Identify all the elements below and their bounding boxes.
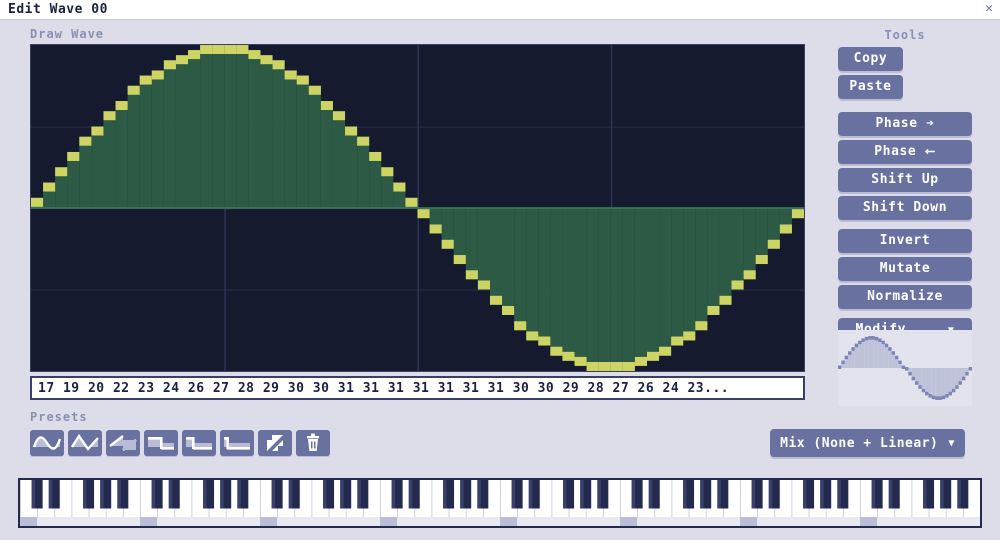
tools-group-clipboard: Copy Paste	[838, 47, 972, 103]
saw-wave-icon	[109, 435, 137, 451]
wave-plot[interactable]	[31, 45, 804, 371]
preset-noise-button[interactable]	[258, 430, 292, 456]
edit-wave-window: Edit Wave 00 ✕ Draw Wave 17 19 20 22 23 …	[0, 0, 1000, 540]
tools-panel: Tools Copy Paste Phase ➔ Phase ⭠ Shift U…	[838, 28, 972, 346]
preset-square-button[interactable]	[144, 430, 178, 456]
preset-pulse-12-button[interactable]	[220, 430, 254, 456]
wave-preview-plot	[838, 330, 972, 406]
chevron-down-icon: ▼	[948, 437, 955, 449]
trash-icon	[307, 433, 319, 451]
tools-group-process: Invert Mutate Normalize	[838, 229, 972, 309]
triangle-wave-icon	[70, 433, 99, 451]
wave-values-strip[interactable]: 17 19 20 22 23 24 26 27 28 29 30 30 31 3…	[30, 376, 805, 400]
normalize-button[interactable]: Normalize	[838, 285, 972, 309]
presets-label: Presets	[30, 410, 88, 424]
square-wave-icon	[148, 437, 174, 450]
preset-pulse-25-button[interactable]	[182, 430, 216, 456]
tools-group-transform: Phase ➔ Phase ⭠ Shift Up Shift Down	[838, 112, 972, 220]
wave-preview	[838, 330, 972, 406]
sine-wave-icon	[32, 436, 62, 450]
shift-up-button[interactable]: Shift Up	[838, 168, 972, 192]
preset-sine-button[interactable]	[30, 430, 64, 456]
close-icon[interactable]: ✕	[985, 2, 993, 16]
mix-mode-dropdown[interactable]: Mix (None + Linear) ▼	[770, 429, 965, 457]
mutate-button[interactable]: Mutate	[838, 257, 972, 281]
title-bar: Edit Wave 00 ✕	[0, 0, 1000, 20]
noise-icon	[267, 435, 283, 451]
window-title: Edit Wave 00	[8, 2, 108, 17]
draw-wave-label: Draw Wave	[30, 27, 105, 41]
pulse-12-wave-icon	[224, 437, 250, 450]
phase-forward-button[interactable]: Phase ➔	[838, 112, 972, 136]
preset-clear-button[interactable]	[296, 430, 330, 456]
piano-keyboard[interactable]	[18, 478, 982, 528]
preset-triangle-button[interactable]	[68, 430, 102, 456]
presets-row	[30, 430, 330, 456]
shift-down-button[interactable]: Shift Down	[838, 196, 972, 220]
piano-keys[interactable]	[20, 480, 980, 526]
wave-canvas[interactable]	[30, 44, 805, 372]
invert-button[interactable]: Invert	[838, 229, 972, 253]
mix-mode-label: Mix (None + Linear)	[780, 435, 939, 451]
phase-back-button[interactable]: Phase ⭠	[838, 140, 972, 164]
copy-button[interactable]: Copy	[838, 47, 903, 71]
preset-saw-button[interactable]	[106, 430, 140, 456]
paste-button[interactable]: Paste	[838, 75, 903, 99]
pulse-25-wave-icon	[186, 437, 212, 450]
tools-label: Tools	[884, 28, 926, 42]
